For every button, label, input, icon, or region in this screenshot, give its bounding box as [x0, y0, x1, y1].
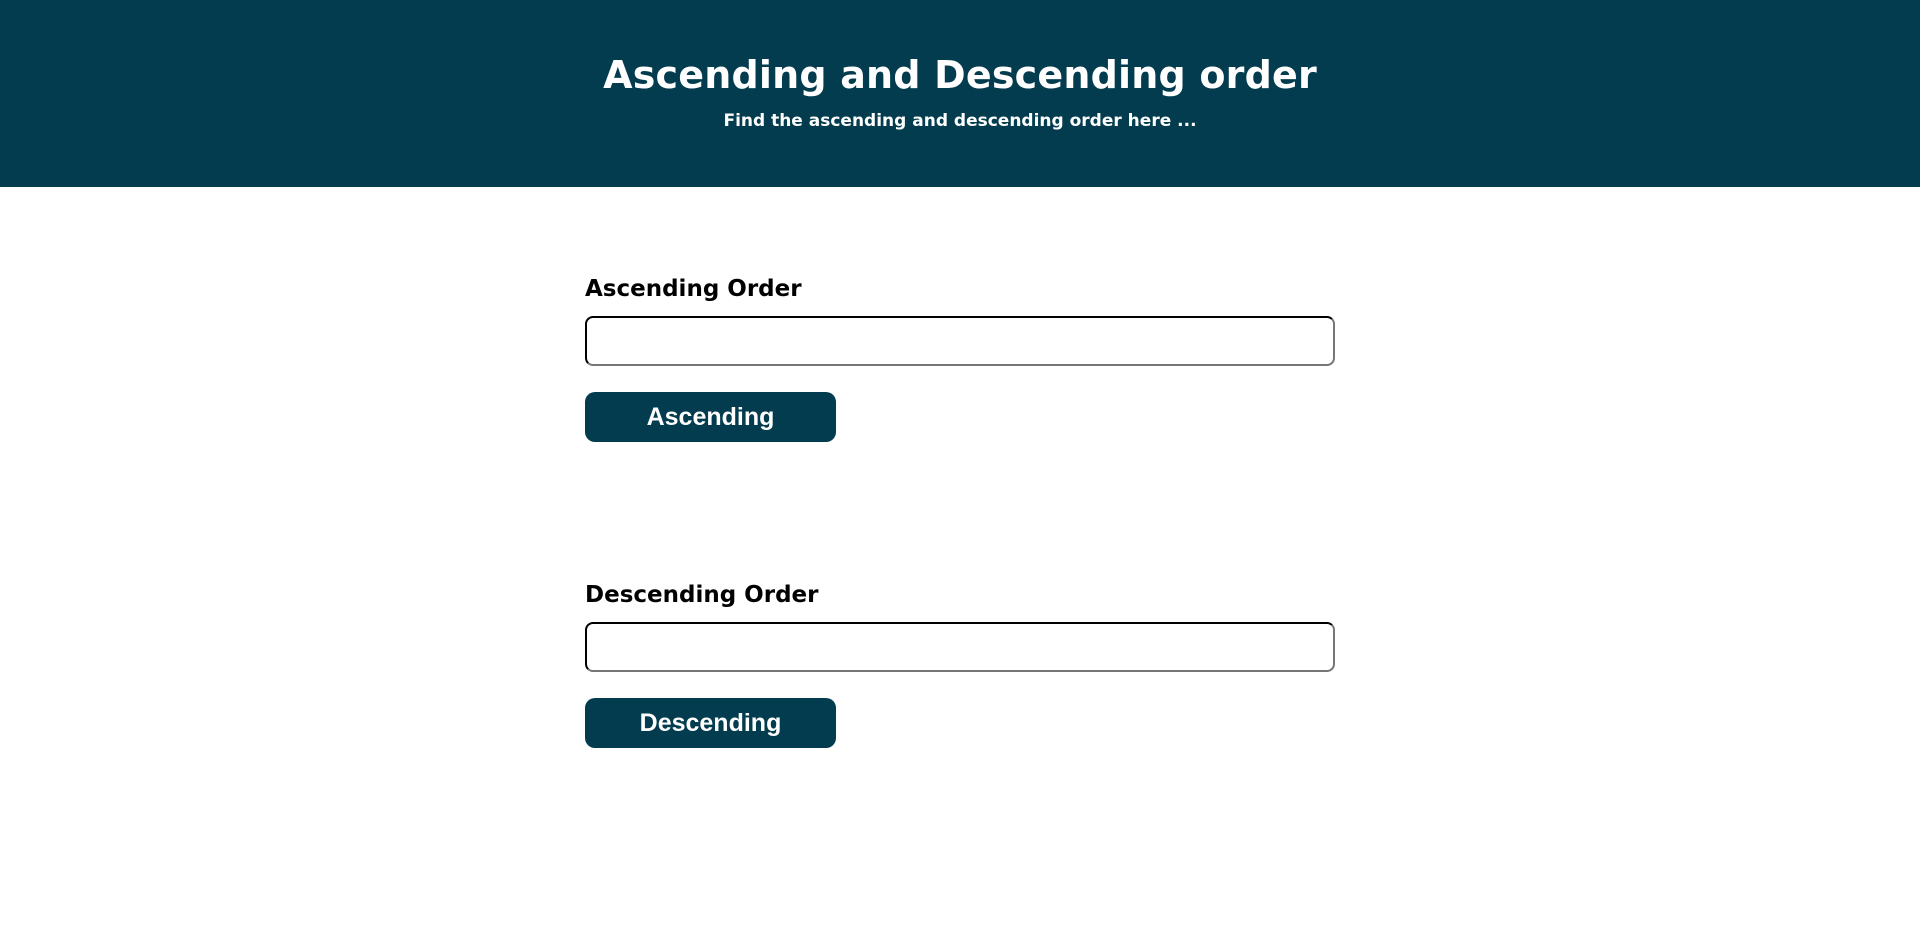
main-content: Ascending Order Ascending Descending Ord…	[0, 187, 1920, 943]
page-title: Ascending and Descending order	[603, 53, 1317, 97]
ascending-section: Ascending Order Ascending	[585, 275, 1335, 442]
descending-section: Descending Order Descending	[585, 581, 1335, 748]
page-subtitle: Find the ascending and descending order …	[723, 111, 1197, 131]
descending-input[interactable]	[585, 622, 1335, 672]
descending-label: Descending Order	[585, 582, 819, 608]
ascending-input[interactable]	[585, 316, 1335, 366]
descending-button[interactable]: Descending	[585, 698, 836, 748]
page-header: Ascending and Descending order Find the …	[0, 0, 1920, 187]
ascending-button[interactable]: Ascending	[585, 392, 836, 442]
ascending-label: Ascending Order	[585, 276, 802, 302]
